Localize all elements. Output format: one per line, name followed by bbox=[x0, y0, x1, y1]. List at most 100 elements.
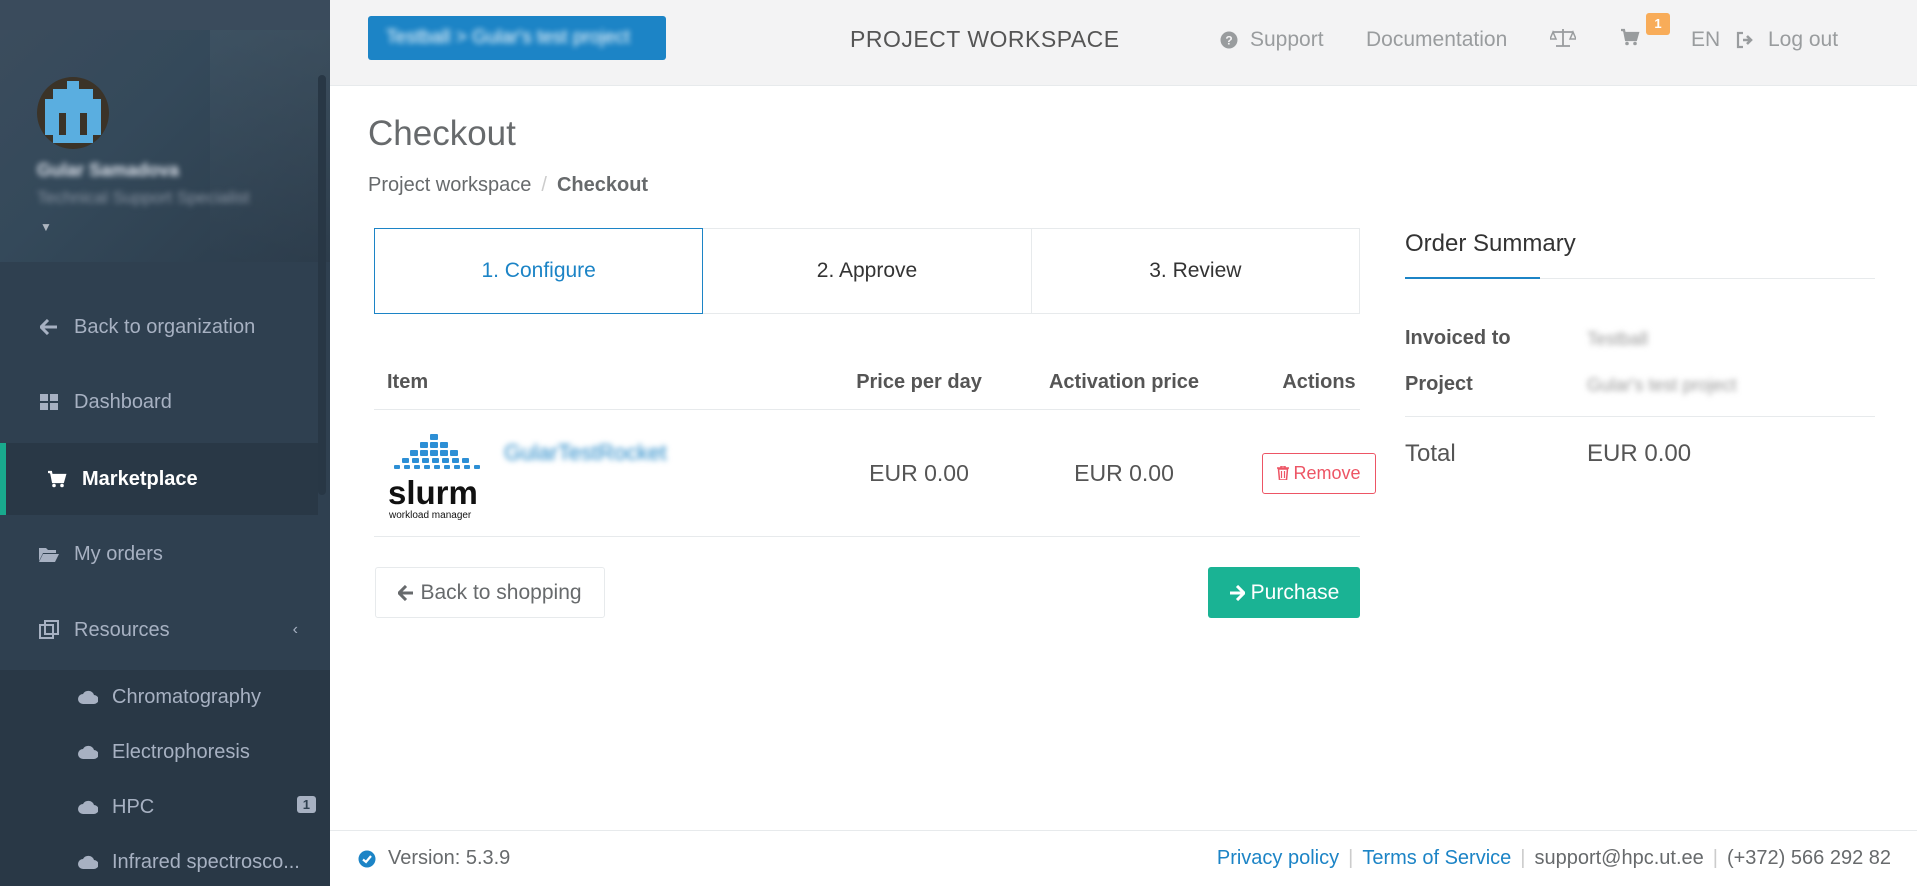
avatar[interactable] bbox=[37, 77, 109, 149]
project-selector-label: Testball > Gular's test project bbox=[386, 27, 630, 48]
header-actions: Actions bbox=[1282, 370, 1356, 393]
footer: Version: 5.3.9 Privacy policy | Terms of… bbox=[330, 830, 1917, 886]
nav-back-to-organization[interactable]: Back to organization bbox=[0, 291, 318, 363]
step-approve[interactable]: 2. Approve bbox=[703, 228, 1032, 314]
checkout-table: Item Price per day Activation price Acti… bbox=[374, 355, 1376, 537]
table-header: Item Price per day Activation price Acti… bbox=[374, 355, 1360, 410]
slurm-logo: slurm workload manager bbox=[388, 434, 480, 521]
header-activation-price: Activation price bbox=[1048, 370, 1200, 393]
back-label: Back to shopping bbox=[420, 580, 582, 604]
nav-resources[interactable]: Resources ‹ bbox=[0, 594, 318, 666]
resources-icon bbox=[38, 620, 60, 640]
summary-accent-bar bbox=[1405, 277, 1540, 279]
resource-label: HPC bbox=[112, 795, 155, 818]
cart-count-badge: 1 bbox=[1646, 13, 1670, 35]
step-review[interactable]: 3. Review bbox=[1031, 228, 1360, 314]
checkout-steps: 1. Configure 2. Approve 3. Review bbox=[374, 228, 1360, 314]
compare-link[interactable] bbox=[1550, 28, 1588, 48]
caret-down-icon[interactable]: ▼ bbox=[40, 220, 52, 234]
slurm-logo-subtext: workload manager bbox=[388, 510, 472, 521]
support-email[interactable]: support@hpc.ut.ee bbox=[1534, 847, 1703, 870]
nav-label: My orders bbox=[74, 542, 163, 565]
page-title: Checkout bbox=[368, 114, 516, 153]
footer-separator: | bbox=[1348, 847, 1354, 869]
slurm-logo-text: slurm bbox=[388, 474, 478, 511]
folder-open-icon bbox=[38, 546, 60, 562]
logout-link[interactable]: Log out bbox=[1736, 28, 1838, 52]
cloud-icon bbox=[78, 800, 100, 814]
support-label: Support bbox=[1250, 28, 1324, 51]
language-selector[interactable]: EN bbox=[1691, 28, 1720, 52]
invoiced-to-value: Testball bbox=[1587, 329, 1649, 349]
shopping-cart-icon bbox=[46, 470, 68, 488]
cloud-icon bbox=[78, 690, 100, 704]
project-value: Gular's test project bbox=[1587, 375, 1737, 395]
project-selector-button[interactable]: Testball > Gular's test project bbox=[368, 16, 666, 60]
remove-button[interactable]: Remove bbox=[1262, 452, 1376, 494]
arrow-left-icon bbox=[38, 319, 60, 335]
arrow-right-icon bbox=[1229, 584, 1245, 601]
privacy-policy-link[interactable]: Privacy policy bbox=[1217, 847, 1339, 870]
breadcrumb-separator: / bbox=[541, 174, 547, 196]
nav-marketplace[interactable]: Marketplace bbox=[0, 443, 318, 515]
back-to-shopping-button[interactable]: Back to shopping bbox=[375, 567, 605, 618]
header-price-per-day: Price per day bbox=[856, 370, 982, 393]
support-phone: (+372) 566 292 82 bbox=[1726, 847, 1891, 869]
chevron-left-icon: ‹ bbox=[292, 621, 298, 638]
nav-my-orders[interactable]: My orders bbox=[0, 518, 318, 590]
arrow-left-icon bbox=[398, 584, 414, 601]
profile-panel: Gular Samadova Technical Support Special… bbox=[0, 30, 330, 262]
dashboard-icon bbox=[38, 394, 60, 410]
resource-label: Electrophoresis bbox=[112, 740, 250, 763]
summary-divider bbox=[1405, 416, 1875, 417]
user-role: Technical Support Specialist bbox=[37, 188, 250, 207]
resource-label: Chromatography bbox=[112, 685, 261, 708]
version-info: Version: 5.3.9 bbox=[358, 847, 510, 870]
top-navbar: Testball > Gular's test project PROJECT … bbox=[330, 0, 1917, 86]
support-link[interactable]: ? Support bbox=[1220, 28, 1324, 52]
step-configure[interactable]: 1. Configure bbox=[374, 228, 704, 314]
resource-count-badge: 1 bbox=[296, 796, 316, 813]
resource-chromatography[interactable]: Chromatography bbox=[0, 672, 318, 722]
check-circle-icon bbox=[358, 850, 376, 868]
invoiced-to-label: Invoiced to bbox=[1405, 327, 1511, 349]
resource-hpc[interactable]: HPC 1 bbox=[0, 782, 318, 832]
purchase-button[interactable]: Purchase bbox=[1208, 567, 1360, 618]
resource-electrophoresis[interactable]: Electrophoresis bbox=[0, 727, 318, 777]
logout-label: Log out bbox=[1768, 28, 1839, 51]
documentation-link[interactable]: Documentation bbox=[1366, 28, 1507, 52]
resource-label: Infrared spectrosco... bbox=[112, 850, 300, 873]
sidebar-top-band bbox=[0, 0, 330, 30]
total-value: EUR 0.00 bbox=[1587, 440, 1692, 467]
nav-label: Marketplace bbox=[82, 467, 198, 490]
trash-icon bbox=[1277, 466, 1290, 480]
remove-label: Remove bbox=[1293, 462, 1361, 483]
nav-dashboard[interactable]: Dashboard bbox=[0, 366, 318, 438]
item-name[interactable]: GularTestRocket bbox=[504, 440, 667, 466]
resource-infrared-spectroscopy[interactable]: Infrared spectrosco... bbox=[0, 837, 318, 886]
breadcrumb-parent-link[interactable]: Project workspace bbox=[368, 174, 531, 196]
nav-label: Dashboard bbox=[74, 390, 172, 413]
cell-price-per-day: EUR 0.00 bbox=[869, 459, 969, 486]
cell-activation-price: EUR 0.00 bbox=[1074, 459, 1174, 486]
workspace-title: PROJECT WORKSPACE bbox=[850, 26, 1120, 52]
cell-actions: Remove bbox=[1209, 410, 1429, 536]
sidebar-scrollbar[interactable] bbox=[318, 75, 326, 495]
footer-separator: | bbox=[1520, 847, 1526, 869]
documentation-label: Documentation bbox=[1366, 28, 1508, 51]
cloud-icon bbox=[78, 745, 100, 759]
nav-label: Back to organization bbox=[74, 315, 256, 338]
total-label: Total bbox=[1405, 440, 1456, 467]
nav-label: Resources bbox=[74, 618, 170, 641]
cloud-icon bbox=[78, 855, 100, 869]
user-name: Gular Samadova bbox=[37, 160, 180, 180]
project-label: Project bbox=[1405, 373, 1473, 395]
question-circle-icon: ? bbox=[1220, 31, 1238, 49]
terms-of-service-link[interactable]: Terms of Service bbox=[1362, 847, 1511, 870]
sidebar: Gular Samadova Technical Support Special… bbox=[0, 0, 330, 886]
header-item: Item bbox=[387, 370, 429, 393]
version-label: Version: 5.3.9 bbox=[388, 847, 511, 869]
balance-scale-icon bbox=[1550, 28, 1576, 48]
sign-out-icon bbox=[1736, 31, 1756, 49]
breadcrumb-current: Checkout bbox=[556, 174, 649, 196]
